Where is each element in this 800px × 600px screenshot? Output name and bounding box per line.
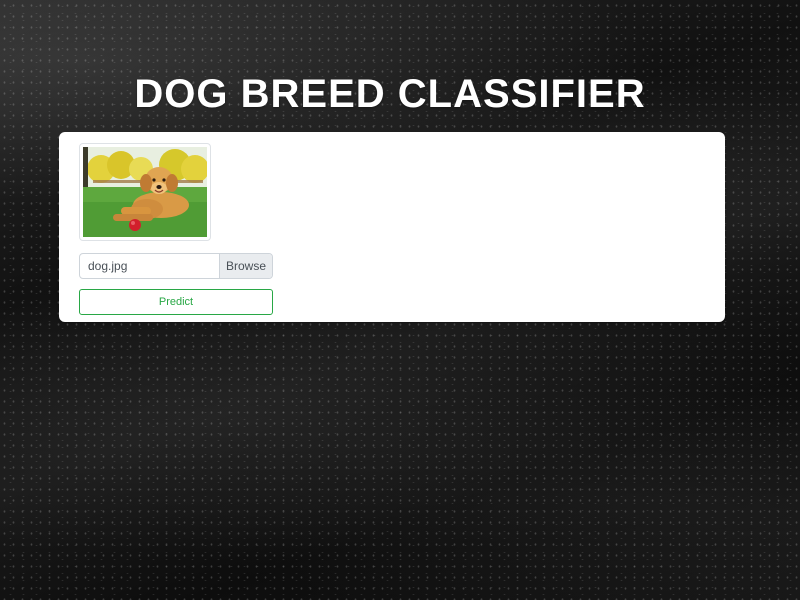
image-preview — [79, 143, 211, 241]
dog-photo-image — [83, 147, 207, 237]
page-title: DOG BREED CLASSIFIER — [134, 72, 646, 116]
browse-button[interactable]: Browse — [219, 254, 272, 278]
predict-button[interactable]: Predict — [79, 289, 273, 315]
file-name-display[interactable]: dog.jpg — [80, 254, 219, 278]
classifier-card: dog.jpg Browse Predict — [59, 132, 725, 322]
file-upload-input[interactable]: dog.jpg Browse — [79, 253, 273, 279]
